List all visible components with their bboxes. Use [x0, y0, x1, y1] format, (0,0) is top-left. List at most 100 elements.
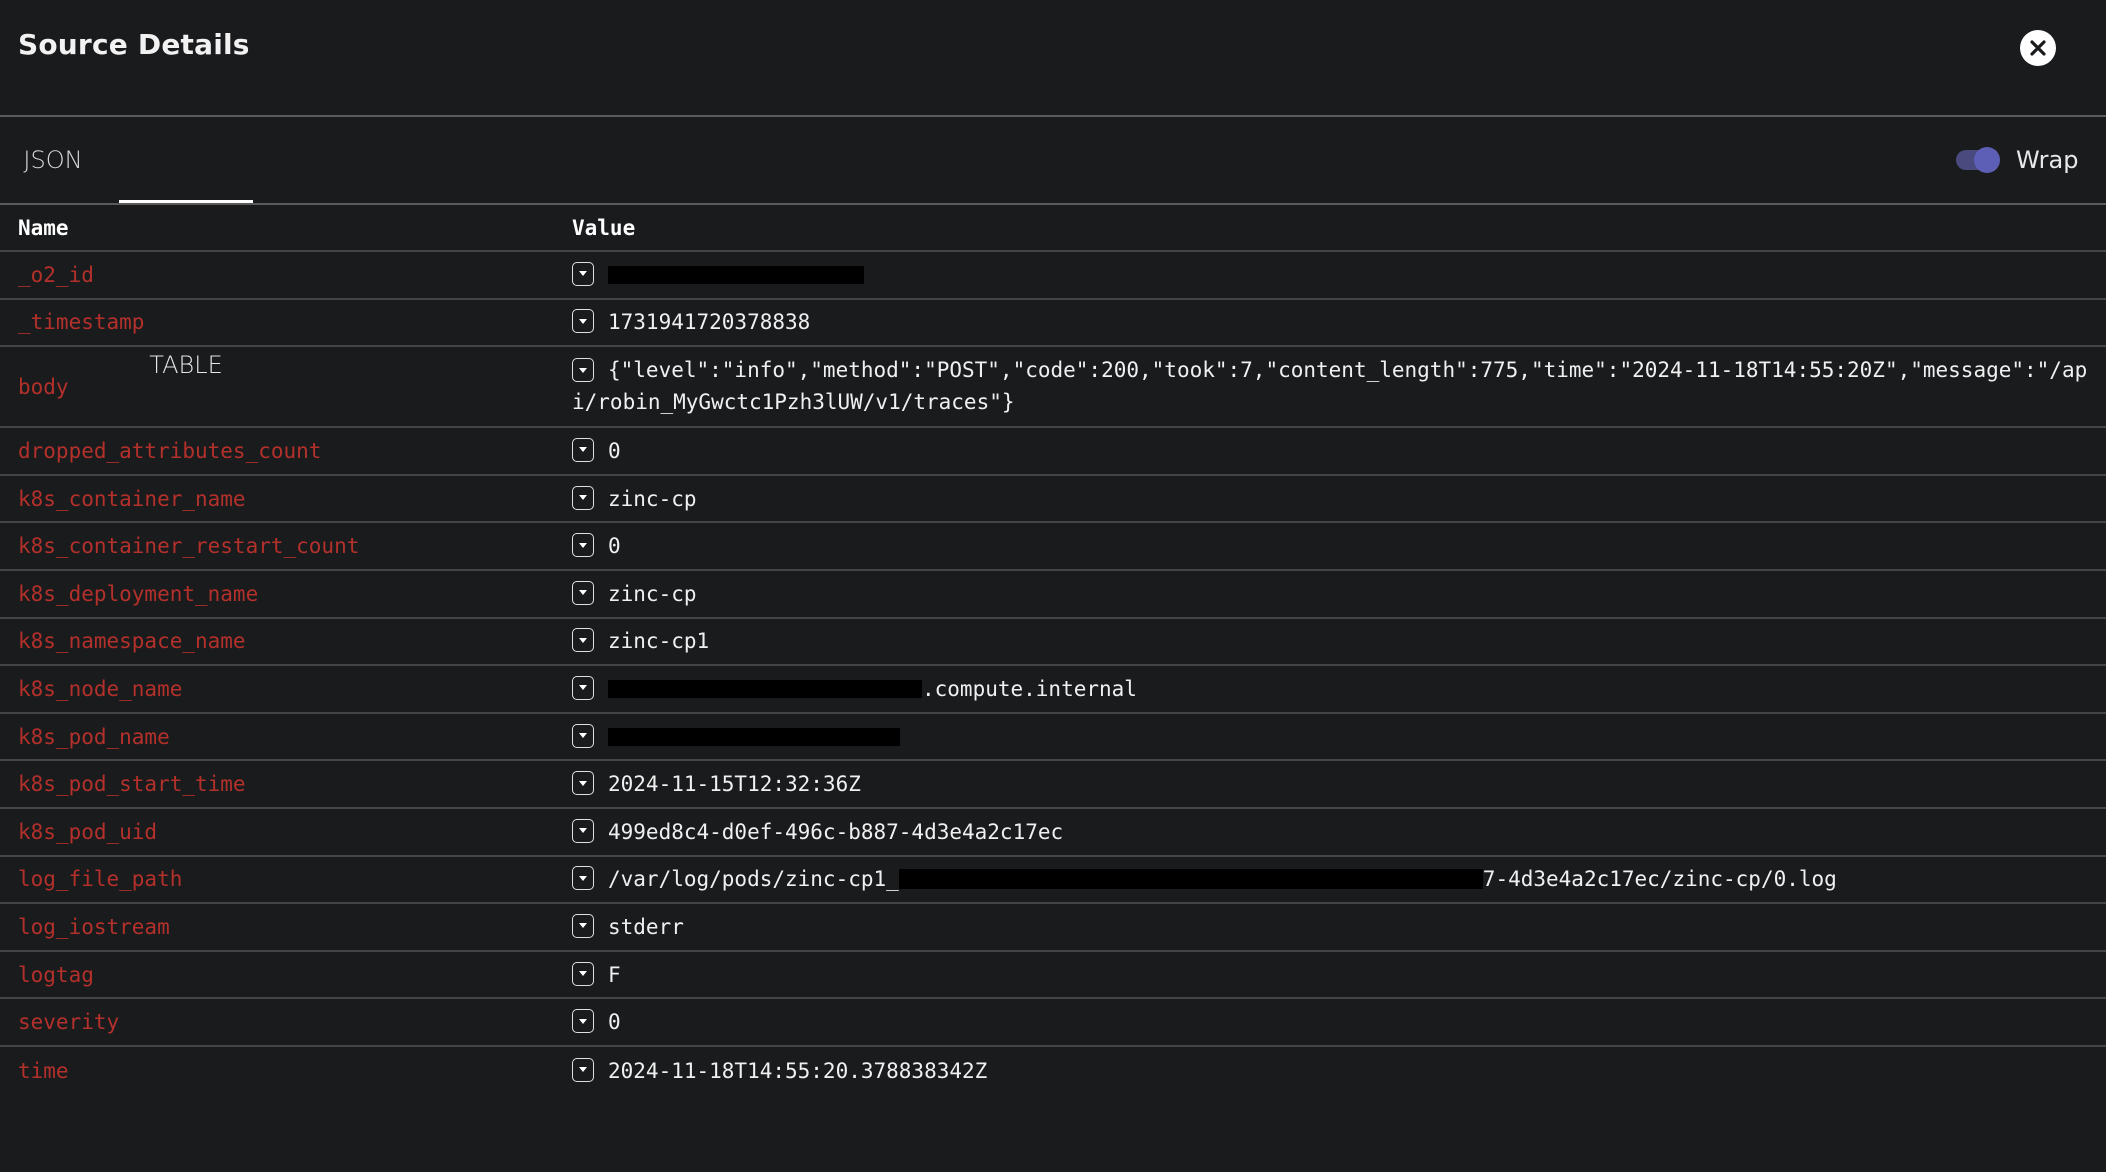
expand-dropdown-icon[interactable] [572, 866, 594, 891]
field-name: k8s_container_restart_count [18, 534, 360, 559]
field-value-cell: F [554, 952, 2106, 998]
expand-dropdown-icon[interactable] [572, 358, 594, 383]
field-value-cell: 1731941720378838 [554, 300, 2106, 346]
field-value: 2024-11-15T12:32:36Z [608, 772, 861, 797]
field-value: 1731941720378838 [608, 310, 811, 335]
field-value-cell: 2024-11-18T14:55:20.378838342Z [554, 1047, 2106, 1095]
field-value-cell: 2024-11-15T12:32:36Z [554, 761, 2106, 807]
field-name: k8s_pod_start_time [18, 772, 246, 797]
expand-dropdown-icon[interactable] [572, 818, 594, 843]
table-row: severity 0 [0, 999, 2106, 1047]
dialog-title: Source Details [18, 28, 250, 61]
field-value-cell [554, 252, 2106, 298]
field-value-cell: {"level":"info","method":"POST","code":2… [554, 347, 2106, 426]
field-value: zinc-cp [608, 581, 697, 606]
field-name: log_iostream [18, 914, 170, 939]
field-value-cell: zinc-cp [554, 571, 2106, 617]
view-tabs: JSON TABLE Wrap [0, 117, 2106, 379]
table-row: body {"level":"info","method":"POST","cod… [0, 347, 2106, 429]
field-value: F [608, 962, 621, 987]
table-row: time 2024-11-18T14:55:20.378838342Z [0, 1047, 2106, 1095]
expand-dropdown-icon[interactable] [572, 771, 594, 796]
wrap-toggle[interactable]: Wrap [1954, 144, 2078, 176]
toggle-thumb [1974, 147, 2000, 173]
expand-dropdown-icon[interactable] [572, 533, 594, 558]
expand-dropdown-icon[interactable] [572, 913, 594, 938]
table-row: log_iostream stderr [0, 904, 2106, 952]
expand-dropdown-icon[interactable] [572, 580, 594, 605]
field-value-cell: stderr [554, 904, 2106, 950]
field-value-cell: 499ed8c4-d0ef-496c-b887-4d3e4a2c17ec [554, 809, 2106, 855]
field-value-suffix: .compute.internal [922, 676, 1137, 701]
field-name: body [18, 374, 69, 399]
field-value-prefix: /var/log/pods/zinc-cp1_ [608, 867, 899, 892]
table-row: k8s_container_restart_count 0 [0, 523, 2106, 571]
wrap-label: Wrap [2016, 146, 2079, 174]
field-value-suffix: 7-4d3e4a2c17ec/zinc-cp/0.log [1482, 867, 1837, 892]
field-name: severity [18, 1010, 120, 1035]
redaction-bar [608, 727, 900, 746]
expand-dropdown-icon[interactable] [572, 961, 594, 986]
tab-json[interactable]: JSON [0, 117, 106, 203]
field-value-cell [554, 714, 2106, 760]
close-icon [2030, 40, 2046, 56]
column-header-value: Value [572, 215, 636, 240]
dialog-header: Source Details [0, 0, 2106, 115]
expand-dropdown-icon[interactable] [572, 628, 594, 653]
field-value: zinc-cp [608, 486, 697, 511]
field-name: dropped_attributes_count [18, 438, 322, 463]
expand-dropdown-icon[interactable] [572, 1009, 594, 1034]
table-row: k8s_deployment_name zinc-cp [0, 571, 2106, 619]
field-name: logtag [18, 962, 94, 987]
table-row: _o2_id [0, 252, 2106, 300]
table-row: k8s_pod_uid 499ed8c4-d0ef-496c-b887-4d3e4… [0, 809, 2106, 857]
field-value: {"level":"info","method":"POST","code":2… [572, 358, 2088, 415]
field-value: 2024-11-18T14:55:20.378838342Z [608, 1058, 988, 1083]
table-row: k8s_pod_start_time 2024-11-15T12:32:36Z [0, 761, 2106, 809]
field-value-cell: zinc-cp [554, 476, 2106, 522]
field-value: zinc-cp1 [608, 629, 710, 654]
table-row: k8s_node_name .compute.internal [0, 666, 2106, 714]
field-name: _timestamp [18, 310, 145, 335]
table-header-row: Name Value [0, 205, 2106, 252]
field-name: k8s_node_name [18, 676, 183, 701]
field-name: log_file_path [18, 867, 183, 892]
field-name: time [18, 1058, 69, 1083]
field-value: 0 [608, 534, 621, 559]
field-name: k8s_container_name [18, 486, 246, 511]
table-row: k8s_pod_name [0, 714, 2106, 762]
table-row: log_file_path/var/log/pods/zinc-cp1_ 7-4d… [0, 857, 2106, 905]
table-row: k8s_namespace_name zinc-cp1 [0, 619, 2106, 667]
expand-dropdown-icon[interactable] [572, 309, 594, 334]
field-value: 0 [608, 1010, 621, 1035]
redaction-bar [898, 869, 1483, 890]
field-value-cell: /var/log/pods/zinc-cp1_ 7-4d3e4a2c17ec/zi… [554, 857, 2106, 903]
redaction-bar [608, 265, 864, 284]
field-value: stderr [608, 914, 684, 939]
field-value-cell: zinc-cp1 [554, 619, 2106, 665]
expand-dropdown-icon[interactable] [572, 723, 594, 748]
field-name: k8s_pod_uid [18, 819, 158, 844]
table-row: k8s_container_name zinc-cp [0, 476, 2106, 524]
field-value-cell: .compute.internal [554, 666, 2106, 712]
close-button[interactable] [2020, 30, 2056, 66]
table-row: dropped_attributes_count 0 [0, 428, 2106, 476]
field-name: k8s_namespace_name [18, 629, 246, 654]
expand-dropdown-icon[interactable] [572, 675, 594, 700]
field-value: 499ed8c4-d0ef-496c-b887-4d3e4a2c17ec [608, 819, 1064, 844]
column-header-name: Name [18, 215, 69, 240]
field-value-cell: 0 [554, 999, 2106, 1045]
expand-dropdown-icon[interactable] [572, 437, 594, 462]
wrap-toggle-switch[interactable] [1954, 147, 2000, 173]
field-value: 0 [608, 438, 621, 463]
table-row: _timestamp 1731941720378838 [0, 300, 2106, 348]
expand-dropdown-icon[interactable] [572, 261, 594, 286]
table-row: logtag F [0, 952, 2106, 1000]
redaction-bar [608, 679, 922, 698]
field-value-cell: 0 [554, 428, 2106, 474]
expand-dropdown-icon[interactable] [572, 1057, 594, 1082]
field-name: k8s_deployment_name [18, 581, 259, 606]
field-name: k8s_pod_name [18, 724, 170, 749]
fields-table: Name Value _o2_id _timestamp 1731941720378… [0, 205, 2106, 1095]
expand-dropdown-icon[interactable] [572, 485, 594, 510]
